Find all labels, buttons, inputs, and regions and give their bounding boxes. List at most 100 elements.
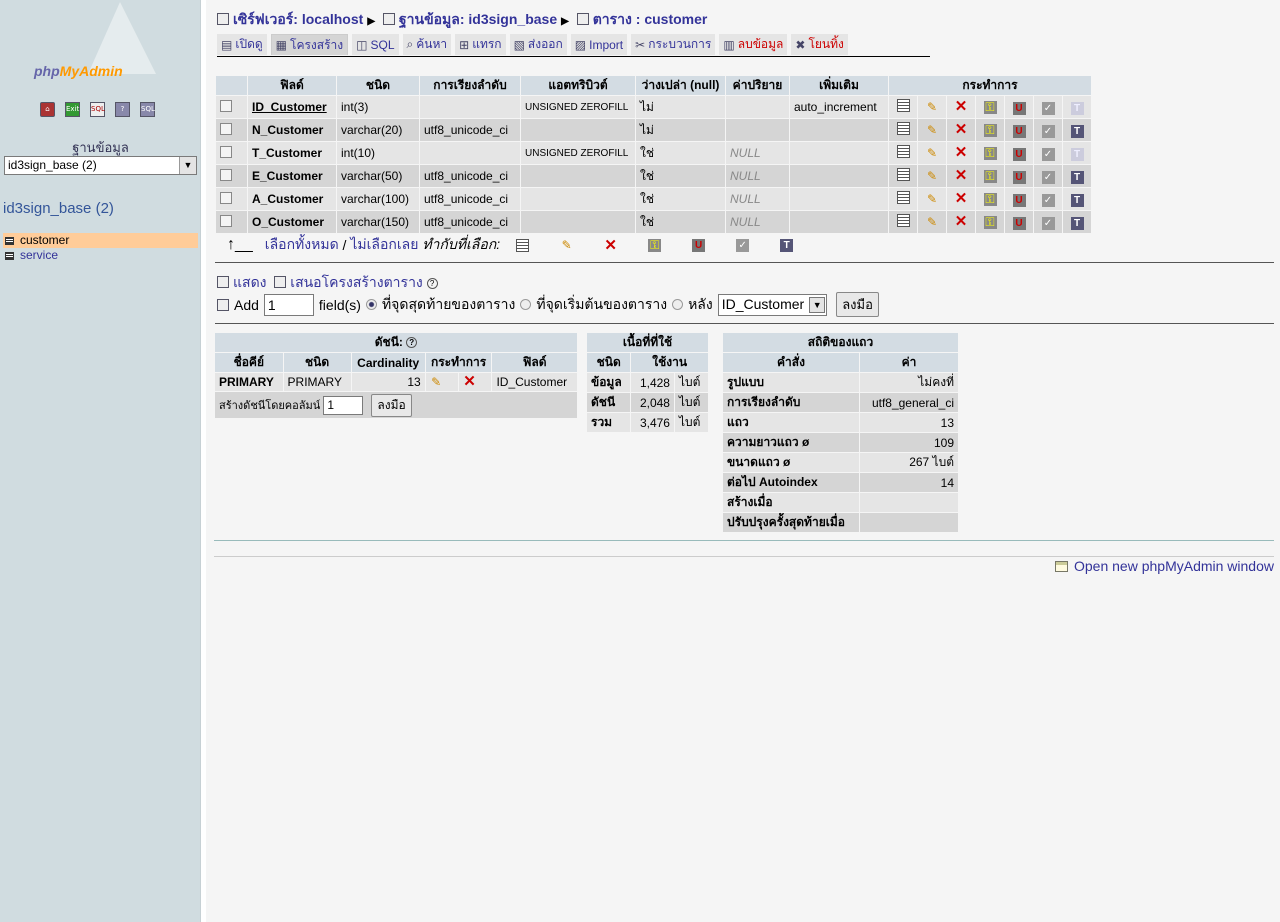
action-cell[interactable]: U: [1005, 142, 1033, 164]
propose-structure-link[interactable]: เสนอโครงสร้างตาราง: [290, 274, 422, 290]
action-cell[interactable]: T: [1063, 165, 1091, 187]
action-cell[interactable]: ✎: [918, 165, 946, 187]
create-index-columns-input[interactable]: 1: [323, 395, 364, 415]
action-cell[interactable]: [889, 96, 917, 118]
help-icon[interactable]: ?: [115, 102, 130, 117]
action-cell[interactable]: [889, 188, 917, 210]
edit-icon[interactable]: ✎: [560, 238, 573, 252]
action-cell[interactable]: T: [1063, 188, 1091, 210]
delete-icon[interactable]: ✕: [955, 168, 968, 183]
browse-distinct-icon[interactable]: [896, 99, 910, 112]
field-count-input[interactable]: 1: [263, 293, 314, 316]
action-cell[interactable]: ⚿: [976, 211, 1004, 233]
tab-export[interactable]: ▧ ส่งออก: [509, 34, 567, 55]
unique-icon[interactable]: U: [1012, 216, 1026, 230]
action-cell[interactable]: ✕: [947, 142, 975, 164]
index-edit[interactable]: ✎: [425, 373, 459, 391]
tab-search[interactable]: ⌕ ค้นหา: [402, 34, 452, 55]
delete-icon[interactable]: ✕: [955, 214, 968, 229]
primary-key-icon[interactable]: ⚿: [983, 147, 997, 160]
database-name-link[interactable]: id3sign_base (2): [3, 200, 114, 217]
action-cell[interactable]: [889, 119, 917, 141]
action-cell[interactable]: ✎: [918, 96, 946, 118]
unique-icon[interactable]: U: [1012, 124, 1026, 138]
tab-insert[interactable]: ⊞ แทรก: [455, 34, 506, 55]
sql-docs-icon[interactable]: SQL: [140, 102, 155, 117]
action-cell[interactable]: ✎: [918, 211, 946, 233]
delete-icon[interactable]: ✕: [955, 99, 968, 114]
fulltext-icon[interactable]: T: [1070, 170, 1084, 184]
open-new-window-link[interactable]: Open new phpMyAdmin window: [1055, 558, 1274, 574]
action-cell[interactable]: U: [1005, 165, 1033, 187]
action-cell[interactable]: ✓: [1034, 165, 1062, 187]
exit-icon[interactable]: Exit: [65, 102, 80, 117]
index-icon[interactable]: ✓: [1041, 101, 1055, 115]
primary-key-icon[interactable]: ⚿: [983, 216, 997, 229]
action-cell[interactable]: ✓: [1034, 142, 1062, 164]
delete-icon[interactable]: ✕: [463, 374, 476, 389]
action-cell[interactable]: ✓: [1034, 96, 1062, 118]
check-all-link[interactable]: เลือกทั้งหมด: [265, 234, 339, 256]
fulltext-icon[interactable]: T: [1070, 101, 1084, 115]
edit-icon[interactable]: ✎: [926, 147, 939, 160]
action-cell[interactable]: ✕: [947, 165, 975, 187]
row-checkbox-cell[interactable]: [216, 165, 247, 187]
browse-distinct-icon[interactable]: [896, 214, 910, 227]
action-cell[interactable]: ✎: [918, 119, 946, 141]
action-cell[interactable]: T: [1063, 96, 1091, 118]
sidebar-table-customer[interactable]: customer: [3, 233, 198, 248]
browse-distinct-icon[interactable]: [896, 145, 910, 158]
create-index-go-button[interactable]: ลงมือ: [371, 393, 412, 417]
action-cell[interactable]: ⚿: [976, 119, 1004, 141]
action-cell[interactable]: ⚿: [976, 165, 1004, 187]
primary-key-icon[interactable]: ⚿: [983, 101, 997, 114]
action-cell[interactable]: T: [1063, 211, 1091, 233]
fulltext-icon[interactable]: T: [1070, 147, 1084, 161]
browse-distinct-icon[interactable]: [896, 191, 910, 204]
edit-icon[interactable]: ✎: [926, 193, 939, 206]
row-checkbox[interactable]: [220, 191, 232, 204]
breadcrumb-table[interactable]: ตาราง : customer: [593, 11, 708, 27]
action-cell[interactable]: ⚿: [976, 188, 1004, 210]
edit-icon[interactable]: ✎: [926, 216, 939, 229]
row-checkbox[interactable]: [220, 168, 232, 181]
index-icon[interactable]: ✓: [1041, 147, 1055, 161]
browse-distinct-icon[interactable]: [896, 122, 910, 135]
action-cell[interactable]: U: [1005, 119, 1033, 141]
action-cell[interactable]: T: [1063, 142, 1091, 164]
unique-icon[interactable]: U: [692, 238, 706, 252]
delete-icon[interactable]: ✕: [955, 191, 968, 206]
row-checkbox[interactable]: [220, 214, 232, 227]
tab-empty[interactable]: ▥ ลบข้อมูล: [719, 34, 788, 55]
browse-distinct-icon[interactable]: [896, 168, 910, 181]
fulltext-icon[interactable]: T: [1070, 216, 1084, 230]
unique-icon[interactable]: U: [1012, 101, 1026, 115]
action-cell[interactable]: ✓: [1034, 119, 1062, 141]
row-checkbox[interactable]: [220, 99, 232, 112]
edit-icon[interactable]: ✎: [926, 124, 939, 137]
tab-browse[interactable]: ▤ เปิดดู: [217, 34, 267, 55]
sql-query-icon[interactable]: SQL: [90, 102, 105, 117]
unique-icon[interactable]: U: [1012, 193, 1026, 207]
action-cell[interactable]: ✕: [947, 96, 975, 118]
action-cell[interactable]: ✎: [918, 188, 946, 210]
action-cell[interactable]: [889, 165, 917, 187]
primary-key-icon[interactable]: ⚿: [983, 193, 997, 206]
edit-icon[interactable]: ✎: [926, 170, 939, 183]
edit-icon[interactable]: ✎: [926, 101, 939, 114]
index-icon[interactable]: ✓: [1041, 124, 1055, 138]
radio-at-beginning[interactable]: [520, 299, 532, 310]
action-cell[interactable]: ✓: [1034, 188, 1062, 210]
row-checkbox-cell[interactable]: [216, 188, 247, 210]
action-cell[interactable]: U: [1005, 96, 1033, 118]
home-icon[interactable]: ⌂: [40, 102, 55, 117]
add-field-go-button[interactable]: ลงมือ: [836, 292, 879, 317]
primary-key-icon[interactable]: ⚿: [648, 238, 662, 252]
index-icon[interactable]: ✓: [1041, 170, 1055, 184]
fulltext-icon[interactable]: T: [1070, 193, 1084, 207]
unique-icon[interactable]: U: [1012, 170, 1026, 184]
sidebar-table-service[interactable]: service: [3, 248, 198, 263]
fulltext-icon[interactable]: T: [1070, 124, 1084, 138]
tab-import[interactable]: ▨ Import: [570, 34, 628, 55]
tab-structure[interactable]: ▦ โครงสร้าง: [270, 34, 349, 55]
